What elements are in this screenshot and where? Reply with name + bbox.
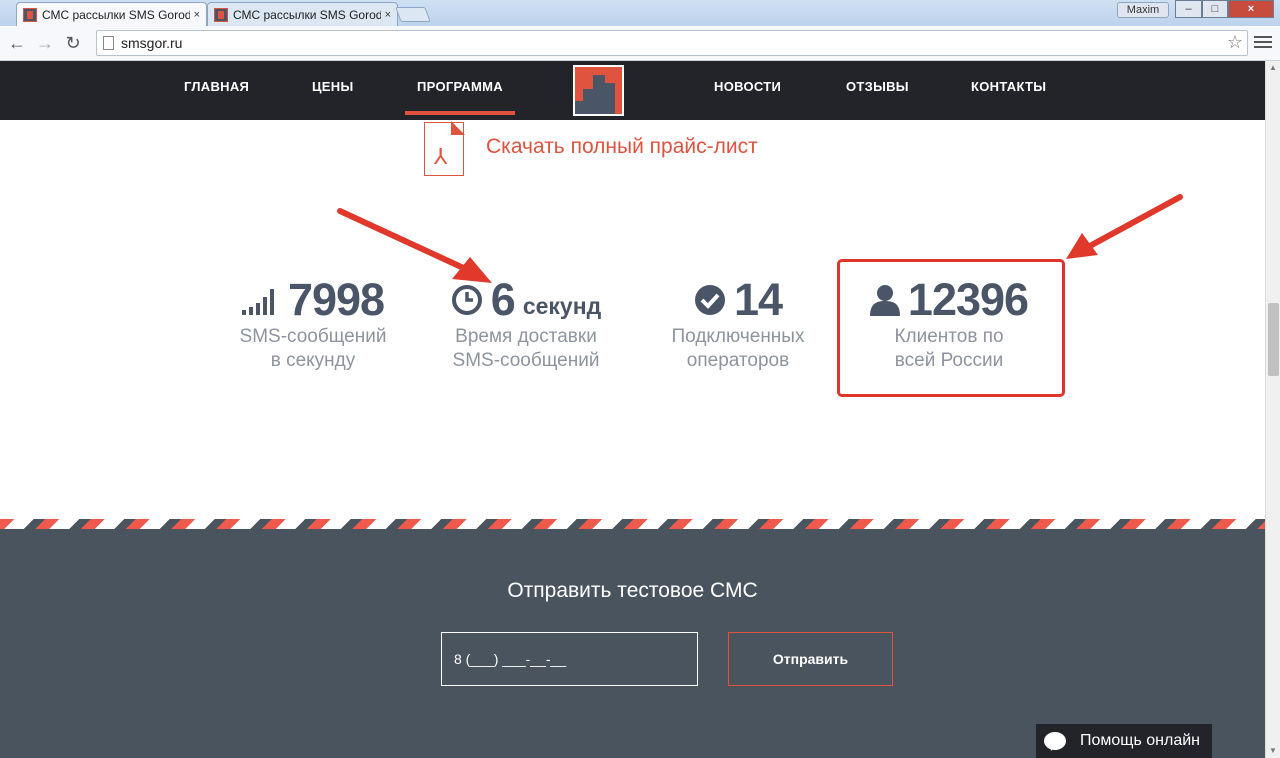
annotation-arrow-right: [1085, 194, 1183, 250]
site-favicon-icon: [214, 7, 228, 22]
new-tab-button[interactable]: [395, 7, 431, 22]
tab-title: СМС рассылки SMS Gorod: [41, 7, 190, 22]
nav-item-reviews[interactable]: ОТЗЫВЫ: [846, 79, 909, 94]
bookmark-star-icon[interactable]: ☆: [1227, 32, 1243, 53]
phone-input[interactable]: 8 (___) ___-__-__: [441, 632, 698, 686]
tab-close-icon[interactable]: ×: [194, 9, 200, 21]
browser-tab-inactive[interactable]: СМС рассылки SMS Gorod ×: [207, 2, 398, 26]
url-text: smsgor.ru: [121, 35, 183, 51]
page-icon: [103, 36, 114, 50]
scroll-up-icon[interactable]: ▲: [1269, 63, 1277, 72]
reload-icon[interactable]: ↻: [62, 32, 84, 54]
browser-menu-icon[interactable]: [1254, 33, 1272, 51]
site-logo[interactable]: [573, 65, 624, 116]
annotation-arrows: [337, 194, 1183, 283]
browser-toolbar: ← → ↻ smsgor.ru ☆: [0, 26, 1280, 61]
address-bar[interactable]: smsgor.ru ☆: [96, 30, 1248, 56]
tab-title: СМС рассылки SMS Gorod: [232, 7, 381, 22]
page-scrollbar[interactable]: ▲ ▼: [1265, 61, 1280, 758]
page-viewport: ГЛАВНАЯ ЦЕНЫ ПРОГРАММА НОВОСТИ ОТЗЫВЫ КО…: [0, 61, 1265, 758]
forward-arrow-icon[interactable]: →: [34, 32, 56, 54]
scroll-down-icon[interactable]: ▼: [1269, 746, 1277, 755]
tab-close-icon[interactable]: ×: [385, 9, 391, 21]
download-price-list-link[interactable]: Скачать полный прайс-лист: [486, 135, 758, 159]
nav-item-program[interactable]: ПРОГРАММА: [405, 79, 515, 115]
back-arrow-icon[interactable]: ←: [6, 32, 28, 54]
pdf-icon[interactable]: ⅄: [424, 122, 464, 176]
window-maximize-button[interactable]: □: [1202, 0, 1228, 18]
nav-item-home[interactable]: ГЛАВНАЯ: [184, 79, 249, 94]
annotation-arrowhead-left: [452, 257, 492, 283]
browser-tab-active[interactable]: СМС рассылки SMS Gorod ×: [16, 2, 207, 26]
browser-user-chip[interactable]: Maxim: [1117, 2, 1169, 18]
browser-tab-bar: СМС рассылки SMS Gorod × СМС рассылки SM…: [0, 0, 1280, 26]
test-sms-title: Отправить тестовое СМС: [507, 579, 758, 602]
scrollbar-thumb[interactable]: [1268, 303, 1279, 376]
chat-bubble-icon: [1044, 732, 1066, 751]
annotation-arrow-left: [337, 208, 473, 274]
site-favicon-icon: [23, 7, 37, 22]
window-close-button[interactable]: ×: [1228, 0, 1274, 18]
send-button[interactable]: Отправить: [728, 632, 893, 686]
nav-item-contacts[interactable]: КОНТАКТЫ: [971, 79, 1046, 94]
nav-item-news[interactable]: НОВОСТИ: [714, 79, 781, 94]
nav-item-prices[interactable]: ЦЕНЫ: [312, 79, 353, 94]
window-minimize-button[interactable]: –: [1175, 0, 1202, 18]
section-divider-stripes: [0, 519, 1265, 529]
help-online-label: Помощь онлайн: [1080, 732, 1200, 749]
help-online-button[interactable]: Помощь онлайн: [1036, 724, 1212, 758]
site-navigation: ГЛАВНАЯ ЦЕНЫ ПРОГРАММА НОВОСТИ ОТЗЫВЫ КО…: [0, 61, 1265, 120]
